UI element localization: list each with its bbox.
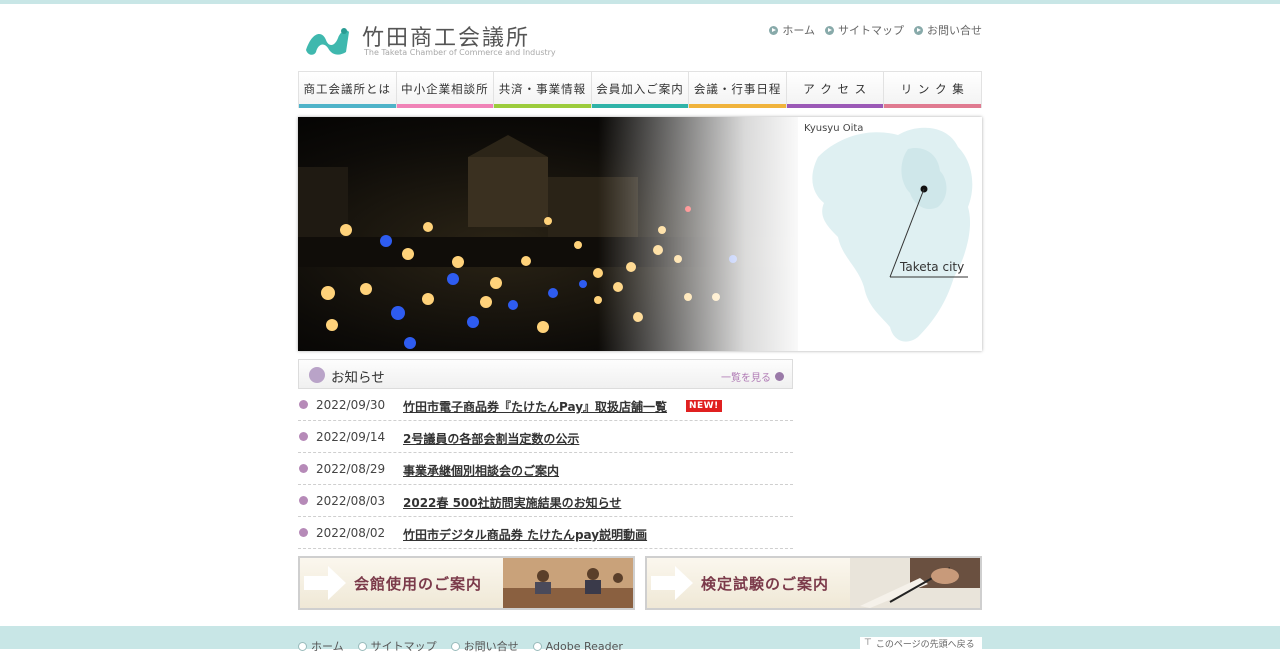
news-link[interactable]: 竹田市デジタル商品券 たけたんpay説明動画 [403,526,647,543]
nav-item-membership[interactable]: 会員加入ご案内 [591,71,690,108]
nav-item-mutual-aid[interactable]: 共済・事業情報 [494,71,592,108]
news-item: 2022/08/03 2022春 500社訪問実施結果のお知らせ [298,485,793,517]
certification-exam-banner[interactable]: 検定試験のご案内 [645,556,982,610]
kyushu-map-image [812,127,973,342]
nav-color-bar [396,104,494,108]
news-section: お知らせ 一覧を見る 2022/09/30 竹田市電子商品券『たけたんPay』取… [298,359,793,549]
utility-links: ホーム サイトマップ お問い合せ [769,22,982,38]
hero-banner: Kyusyu Oita Taketa city [298,117,982,351]
arrow-circle-icon [914,25,923,35]
bullet-icon [299,400,308,409]
news-item: 2022/09/30 竹田市電子商品券『たけたんPay』取扱店舗一覧 NEW! [298,389,793,421]
new-badge: NEW! [686,400,722,412]
arrow-circle-icon [769,25,779,35]
util-link-contact[interactable]: お問い合せ [914,22,982,38]
arrow-right-icon [304,566,346,600]
nav-item-links[interactable]: リ ン ク 集 [884,71,983,108]
top-strip [0,0,1280,4]
news-more-link[interactable]: 一覧を見る [721,369,784,384]
bullet-icon [299,464,308,473]
hall-usage-banner[interactable]: 会館使用のご案内 [298,556,635,610]
news-link[interactable]: 事業承継個別相談会のご案内 [403,462,559,479]
footer-link-sitemap[interactable]: サイトマップ [357,638,437,654]
arrow-circle-icon [825,25,834,35]
footer-link-home[interactable]: ホーム [298,638,344,654]
nav-item-access[interactable]: ア ク セ ス [786,71,885,108]
util-link-sitemap[interactable]: サイトマップ [825,22,904,38]
footer-link-contact[interactable]: お問い合せ [450,638,519,654]
nav-color-bar [591,104,689,108]
nav-color-bar [689,104,786,108]
util-link-home[interactable]: ホーム [769,22,815,38]
bullet-icon [299,528,308,537]
logo-mark-icon [306,28,349,55]
map-region-label: Kyusyu Oita [804,123,864,134]
site-logo[interactable]: 竹田商工会議所 The Taketa Chamber of Commerce a… [304,18,604,62]
map-city-label: Taketa city [900,260,965,274]
hero-fade-overlay [598,117,808,351]
arrow-circle-icon [450,641,460,651]
nav-color-bar [299,104,396,108]
bullet-icon [299,432,308,441]
hall-usage-label: 会館使用のご案内 [354,575,483,593]
arrow-up-icon: ⊤ [864,638,872,648]
footer-bar [0,626,1280,649]
nav-color-bar [884,104,982,108]
arrow-circle-icon [775,372,784,381]
bullet-icon [299,496,308,505]
nav-color-bar [786,104,884,108]
news-link[interactable]: 竹田市電子商品券『たけたんPay』取扱店舗一覧 [403,398,667,415]
exam-label: 検定試験のご案内 [701,575,830,593]
news-item: 2022/08/02 竹田市デジタル商品券 たけたんpay説明動画 [298,517,793,549]
nav-color-bar [494,104,591,108]
site-subtitle: The Taketa Chamber of Commerce and Indus… [364,48,556,57]
news-date: 2022/08/03 [316,494,386,508]
arrow-right-icon [651,566,693,600]
news-icon [309,367,325,383]
global-nav: 商工会議所とは 中小企業相談所 共済・事業情報 会員加入ご案内 会議・行事日程 … [298,71,983,108]
news-link[interactable]: 2022春 500社訪問実施結果のお知らせ [403,494,621,511]
meeting-photo [503,558,633,608]
news-title: お知らせ [331,370,385,386]
writing-hand-photo [850,558,980,608]
nav-item-consultation[interactable]: 中小企業相談所 [396,71,495,108]
news-item: 2022/09/14 2号議員の各部会割当定数の公示 [298,421,793,453]
news-link[interactable]: 2号議員の各部会割当定数の公示 [403,430,579,447]
footer-links: ホーム サイトマップ お問い合せ Adobe Reader [298,638,623,654]
news-date: 2022/09/30 [316,398,386,412]
nav-item-schedule[interactable]: 会議・行事日程 [689,71,787,108]
news-header: お知らせ 一覧を見る [298,359,793,389]
news-date: 2022/09/14 [316,430,386,444]
nav-item-about[interactable]: 商工会議所とは [298,71,397,108]
footer-link-adobe-reader[interactable]: Adobe Reader [532,638,623,654]
arrow-circle-icon [357,641,367,651]
arrow-circle-icon [532,641,542,651]
news-item: 2022/08/29 事業承継個別相談会のご案内 [298,453,793,485]
arrow-circle-icon [298,641,307,651]
news-date: 2022/08/29 [316,462,386,476]
news-date: 2022/08/02 [316,526,386,540]
back-to-top-button[interactable]: ⊤ このページの先頭へ戻る [860,637,982,649]
